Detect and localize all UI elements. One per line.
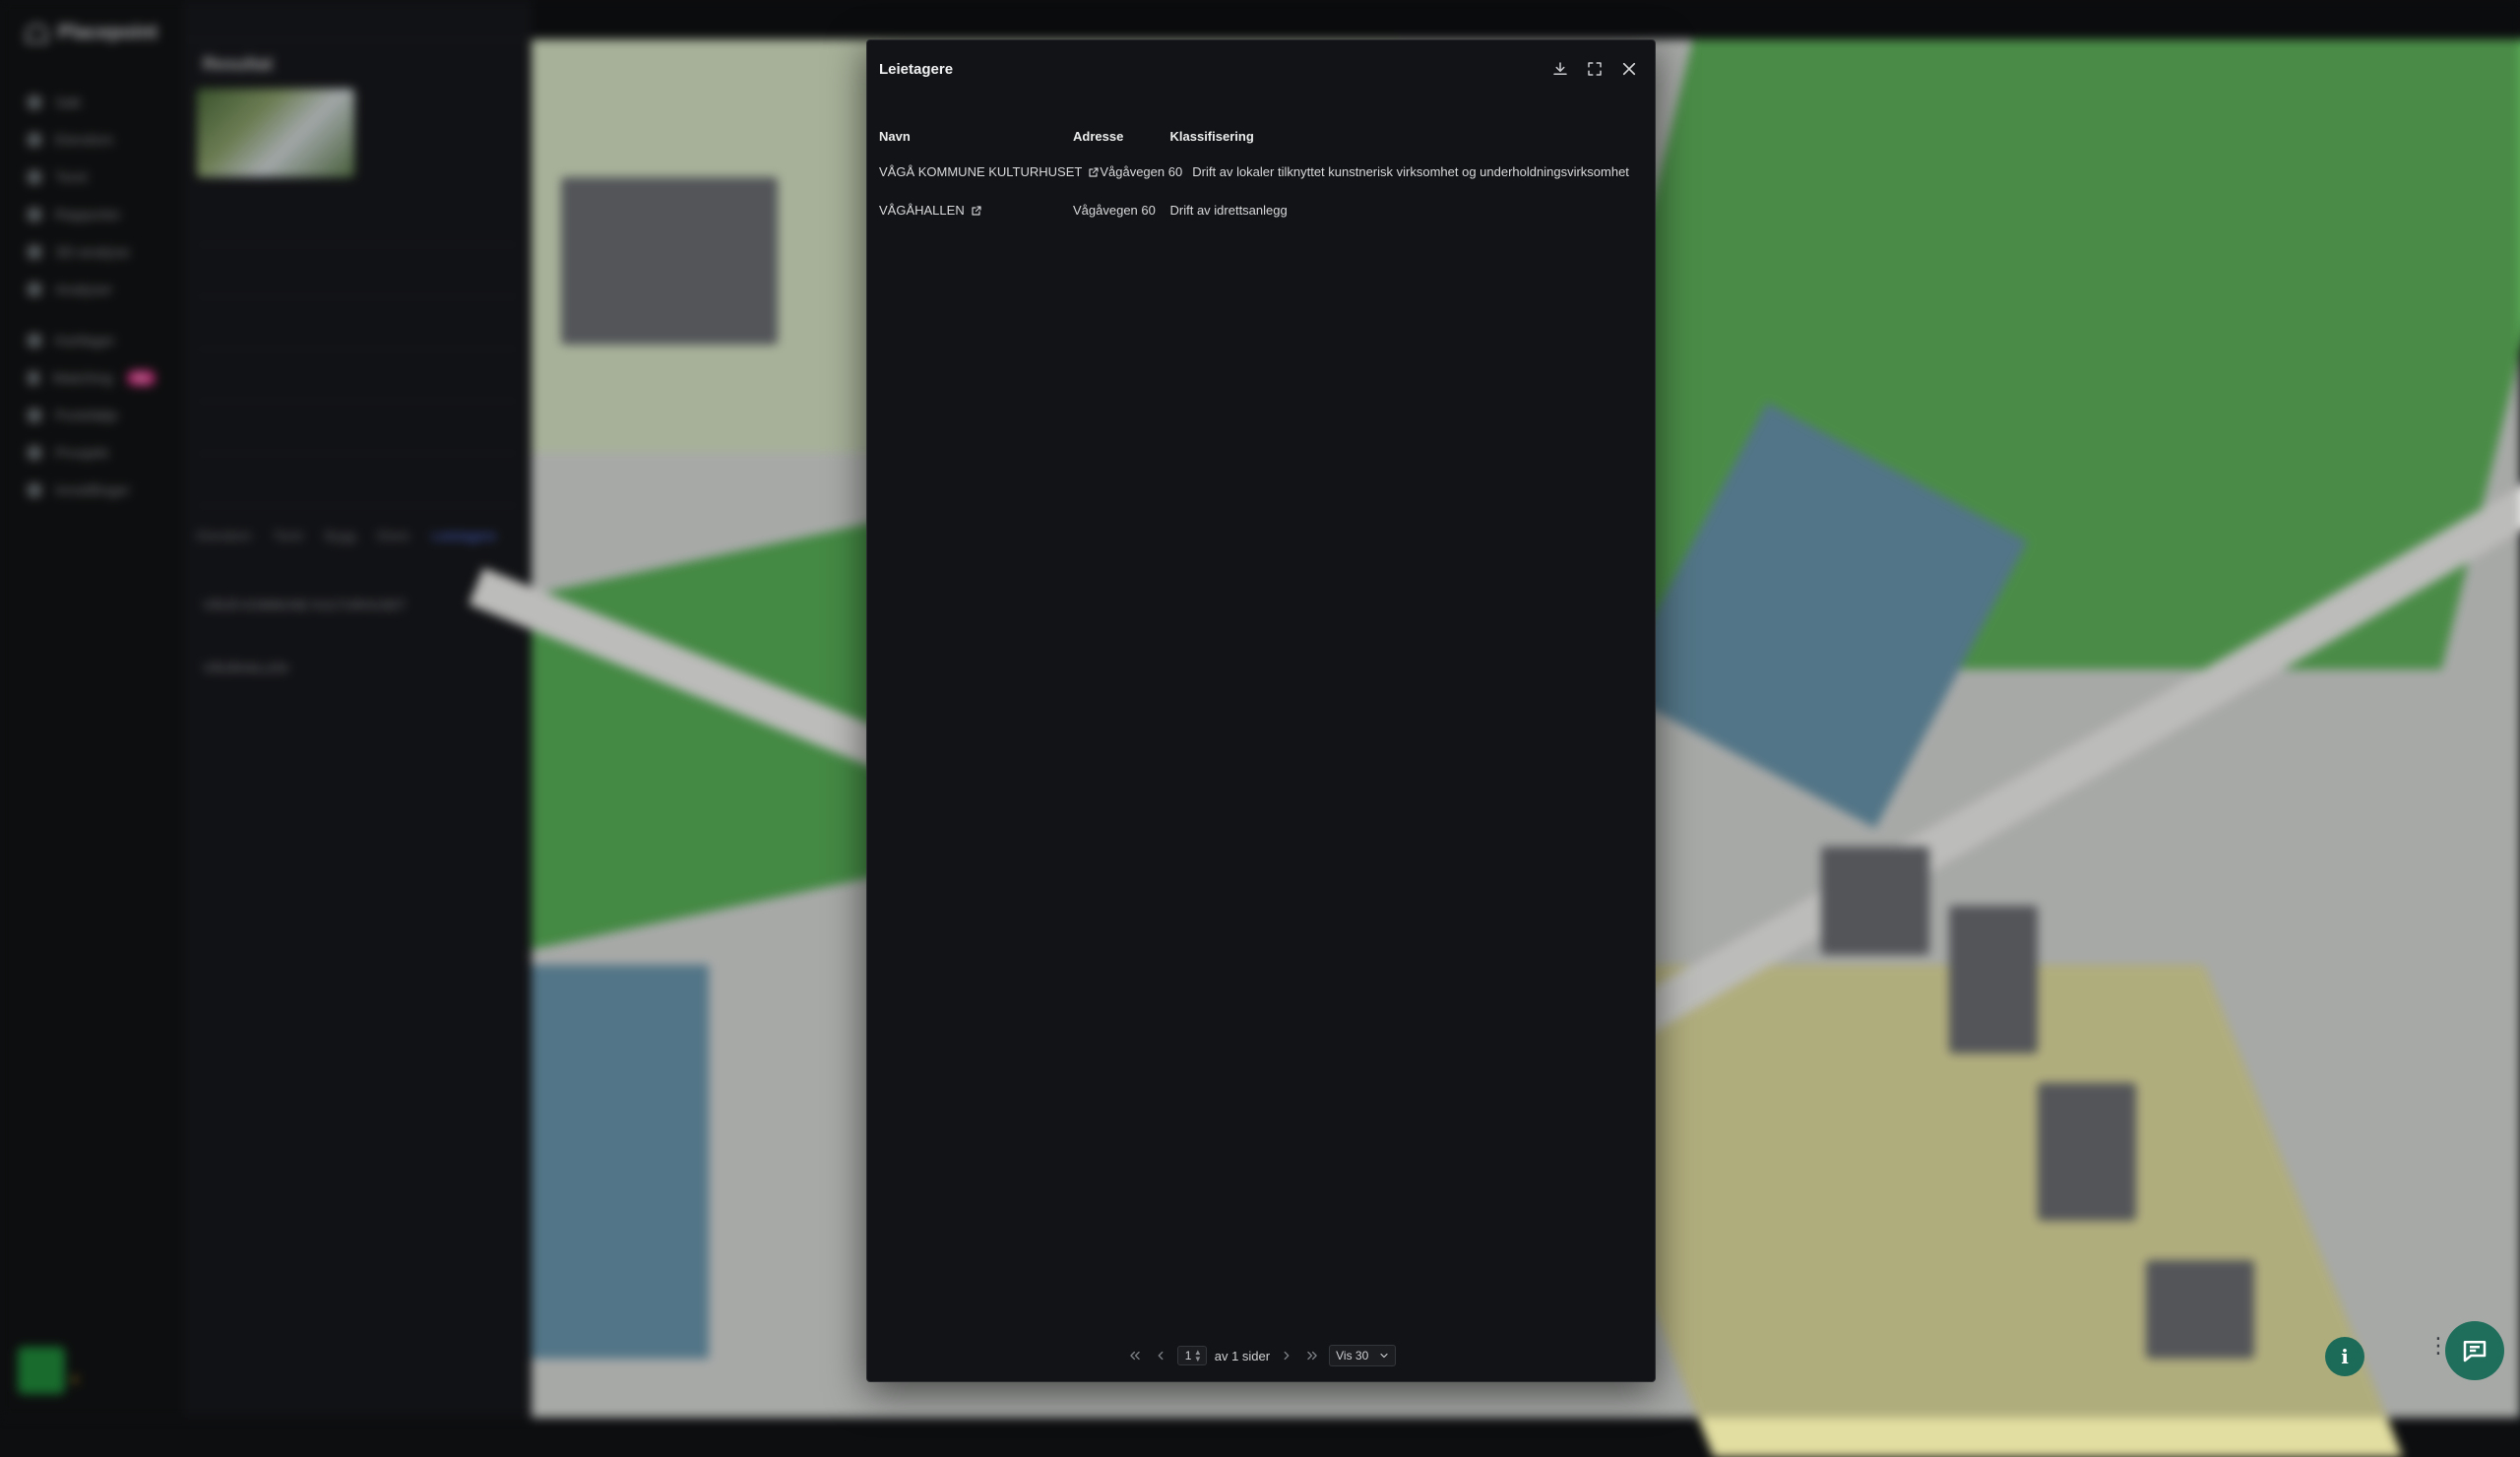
tenant-address: Vågåvegen 60 [1073, 203, 1156, 218]
page-size-select[interactable]: Vis 30 [1329, 1345, 1397, 1366]
tenant-classification: Drift av lokaler tilknyttet kunstnerisk … [1192, 164, 1629, 179]
chevron-right-icon [1284, 1351, 1290, 1361]
chevrons-left-icon [1130, 1351, 1140, 1361]
page-count-label: av 1 sider [1214, 1348, 1271, 1363]
page-number: 1 [1184, 1349, 1192, 1362]
download-button[interactable] [1544, 53, 1576, 85]
expand-icon [1588, 62, 1602, 76]
page-number-input[interactable]: 1 ▲ ▼ [1176, 1346, 1207, 1365]
chevrons-right-icon [1307, 1351, 1317, 1361]
table-header: Navn Adresse Klassifisering [879, 121, 1655, 151]
tenant-name-link[interactable]: VÅGÅ KOMMUNE KULTURHUSET [879, 164, 1100, 179]
first-page-button[interactable] [1126, 1347, 1144, 1364]
chevron-left-icon [1158, 1351, 1164, 1361]
modal-title: Leietagere [879, 60, 954, 78]
fullscreen-button[interactable] [1579, 53, 1610, 85]
close-button[interactable] [1613, 53, 1645, 85]
external-link-icon [972, 205, 981, 216]
column-header-name[interactable]: Navn [879, 129, 1073, 144]
info-button[interactable]: i [2325, 1337, 2364, 1376]
tenants-modal: Leietagere Navn Adresse Klassifisering V… [866, 39, 1656, 1382]
tenant-classification: Drift av idrettsanlegg [1169, 203, 1288, 218]
table-row: VÅGÅ KOMMUNE KULTURHUSET Vågåvegen 60 Dr… [879, 153, 1655, 191]
next-page-button[interactable] [1278, 1347, 1295, 1364]
table-row: VÅGÅHALLEN Vågåvegen 60 Drift av idretts… [879, 191, 1655, 229]
chat-icon [2463, 1341, 2487, 1362]
chevron-down-icon [1380, 1353, 1388, 1359]
column-header-address[interactable]: Adresse [1073, 129, 1170, 144]
close-icon [1622, 62, 1636, 76]
chat-button[interactable] [2445, 1321, 2504, 1380]
modal-header: Leietagere [879, 48, 1645, 90]
tenant-name-link[interactable]: VÅGÅHALLEN [879, 203, 1073, 218]
page-size-label: Vis 30 [1336, 1349, 1369, 1362]
tenants-table: Navn Adresse Klassifisering VÅGÅ KOMMUNE… [879, 121, 1655, 229]
external-link-icon [1089, 166, 1099, 177]
download-icon [1553, 62, 1567, 75]
pagination: 1 ▲ ▼ av 1 sider Vis 30 [867, 1342, 1655, 1369]
tenant-name: VÅGÅ KOMMUNE KULTURHUSET [879, 164, 1083, 179]
tenant-address: Vågåvegen 60 [1100, 164, 1183, 179]
last-page-button[interactable] [1303, 1347, 1321, 1364]
column-header-classification[interactable]: Klassifisering [1170, 129, 1656, 144]
tenant-name: VÅGÅHALLEN [879, 203, 965, 218]
stepper-icon[interactable]: ▲ ▼ [1194, 1349, 1202, 1363]
prev-page-button[interactable] [1152, 1347, 1169, 1364]
